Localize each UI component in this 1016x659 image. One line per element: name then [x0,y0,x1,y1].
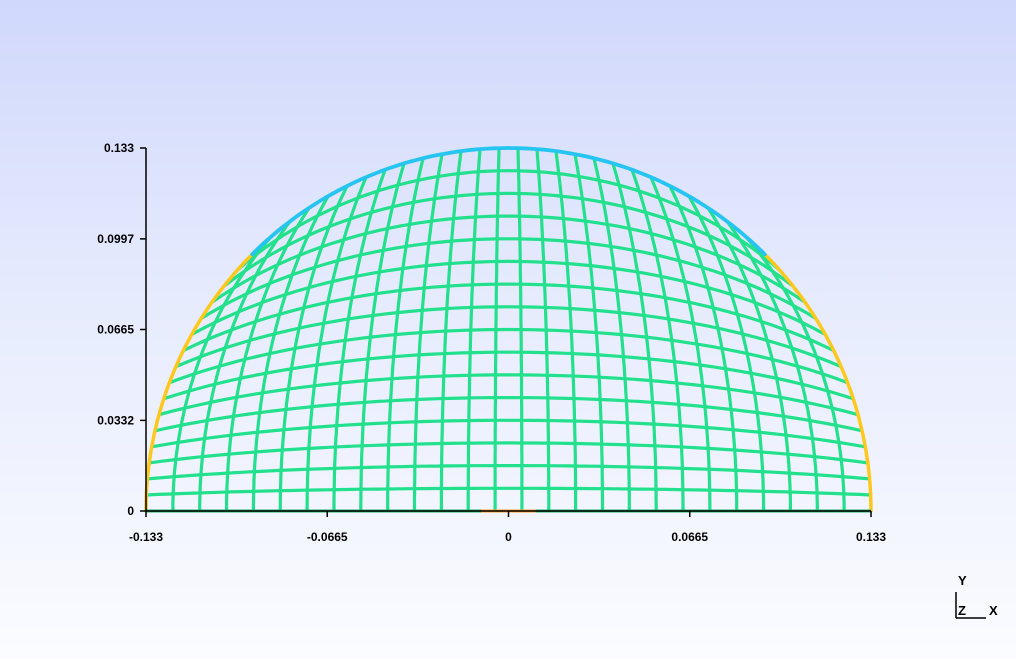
triad-y-label: Y [958,573,967,588]
viewport[interactable]: -0.133 -0.0665 0 0.0665 0.133 0 0.0332 0.0665 0.… [0,0,1016,659]
y-tick-label: 0.0997 [97,232,134,246]
axis-triad: Y Z X [955,573,998,619]
x-tick-label: -0.133 [129,530,163,544]
triad-z-label: Z [958,603,966,618]
y-tick-label: 0.0332 [97,413,134,427]
x-tick-label: 0.0665 [671,530,708,544]
mesh-line-horizontal [190,259,827,336]
mesh-grid [146,148,871,511]
x-tick-label: -0.0665 [307,530,348,544]
y-tick-label: 0.0665 [97,323,134,337]
mesh-line-horizontal [182,282,835,353]
x-tick-label: 0 [505,530,512,544]
y-tick-label: 0.133 [104,141,134,155]
triad-x-label: X [989,603,998,618]
x-tick-label: 0.133 [856,530,886,544]
y-tick-label: 0 [127,504,134,518]
